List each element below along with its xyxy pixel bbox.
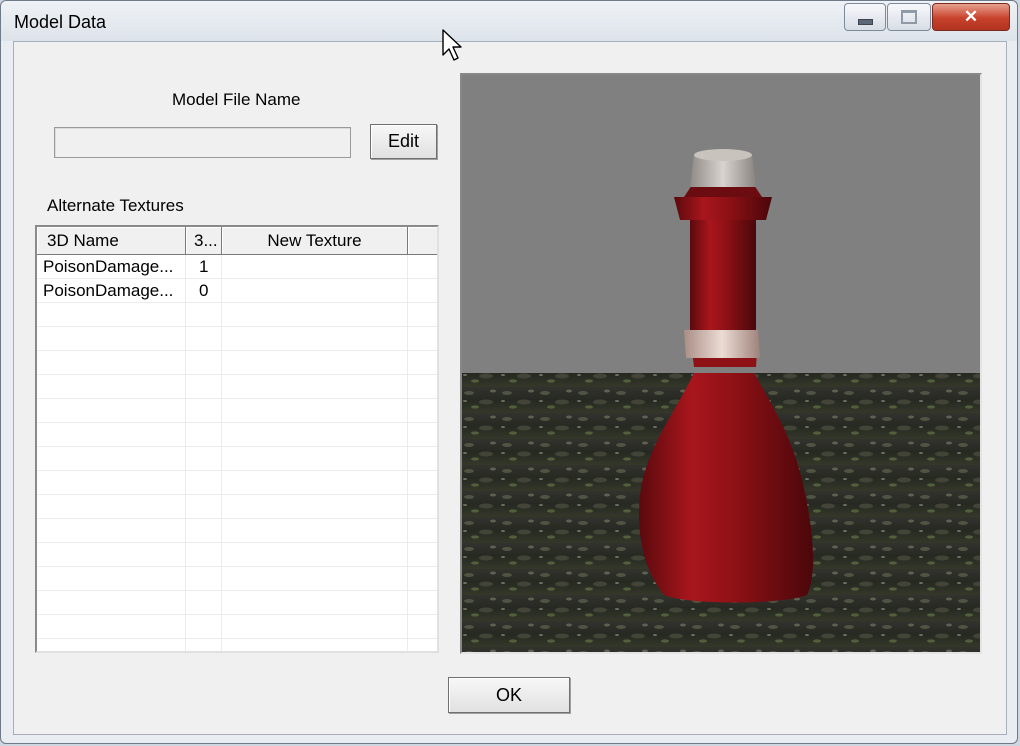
empty-row bbox=[37, 471, 437, 495]
model-data-window: Model Data ✕ Model File Name Edit Altern… bbox=[0, 0, 1018, 744]
alternate-textures-list[interactable]: 3D Name 3... New Texture PoisonDamage...… bbox=[35, 225, 439, 653]
empty-row bbox=[37, 495, 437, 519]
list-rows: PoisonDamage... 1 PoisonDamage... 0 bbox=[37, 255, 437, 651]
cell-new-texture[interactable] bbox=[225, 255, 405, 278]
empty-row bbox=[37, 567, 437, 591]
empty-row bbox=[37, 447, 437, 471]
empty-row bbox=[37, 639, 437, 651]
empty-row bbox=[37, 399, 437, 423]
empty-row bbox=[37, 351, 437, 375]
list-item[interactable]: PoisonDamage... 1 bbox=[37, 255, 437, 279]
column-header-3d-name[interactable]: 3D Name bbox=[37, 227, 186, 255]
ok-button[interactable]: OK bbox=[448, 677, 570, 713]
empty-row bbox=[37, 423, 437, 447]
cell-new-texture[interactable] bbox=[225, 279, 405, 302]
empty-row bbox=[37, 591, 437, 615]
cell-3d-name: PoisonDamage... bbox=[43, 281, 174, 300]
empty-row bbox=[37, 543, 437, 567]
list-header: 3D Name 3... New Texture bbox=[37, 227, 437, 255]
model-preview-viewport[interactable] bbox=[460, 73, 982, 654]
title-bar[interactable]: Model Data ✕ bbox=[1, 1, 1017, 41]
column-header-index[interactable]: 3... bbox=[186, 227, 222, 255]
empty-row bbox=[37, 303, 437, 327]
column-header-filler bbox=[408, 227, 437, 255]
cell-3d-name: PoisonDamage... bbox=[43, 257, 174, 276]
empty-row bbox=[37, 615, 437, 639]
cell-index: 0 bbox=[199, 281, 209, 300]
empty-row bbox=[37, 375, 437, 399]
maximize-button[interactable] bbox=[887, 3, 931, 31]
close-button[interactable]: ✕ bbox=[932, 3, 1010, 31]
list-item[interactable]: PoisonDamage... 0 bbox=[37, 279, 437, 303]
potion-bottle-render bbox=[462, 75, 980, 652]
minimize-button[interactable] bbox=[844, 3, 886, 31]
maximize-icon bbox=[901, 10, 917, 24]
column-header-new-texture[interactable]: New Texture bbox=[222, 227, 408, 255]
close-icon: ✕ bbox=[963, 7, 979, 26]
window-title: Model Data bbox=[14, 12, 107, 32]
minimize-icon bbox=[857, 19, 873, 25]
dialog-body: Model File Name Edit Alternate Textures … bbox=[13, 41, 1007, 735]
model-file-name-input[interactable] bbox=[54, 127, 351, 158]
empty-row bbox=[37, 327, 437, 351]
alternate-textures-label: Alternate Textures bbox=[47, 196, 184, 215]
mouse-cursor-icon bbox=[442, 29, 462, 61]
empty-row bbox=[37, 519, 437, 543]
cell-index: 1 bbox=[199, 257, 209, 276]
edit-button[interactable]: Edit bbox=[370, 124, 437, 159]
model-file-name-label: Model File Name bbox=[172, 90, 301, 109]
